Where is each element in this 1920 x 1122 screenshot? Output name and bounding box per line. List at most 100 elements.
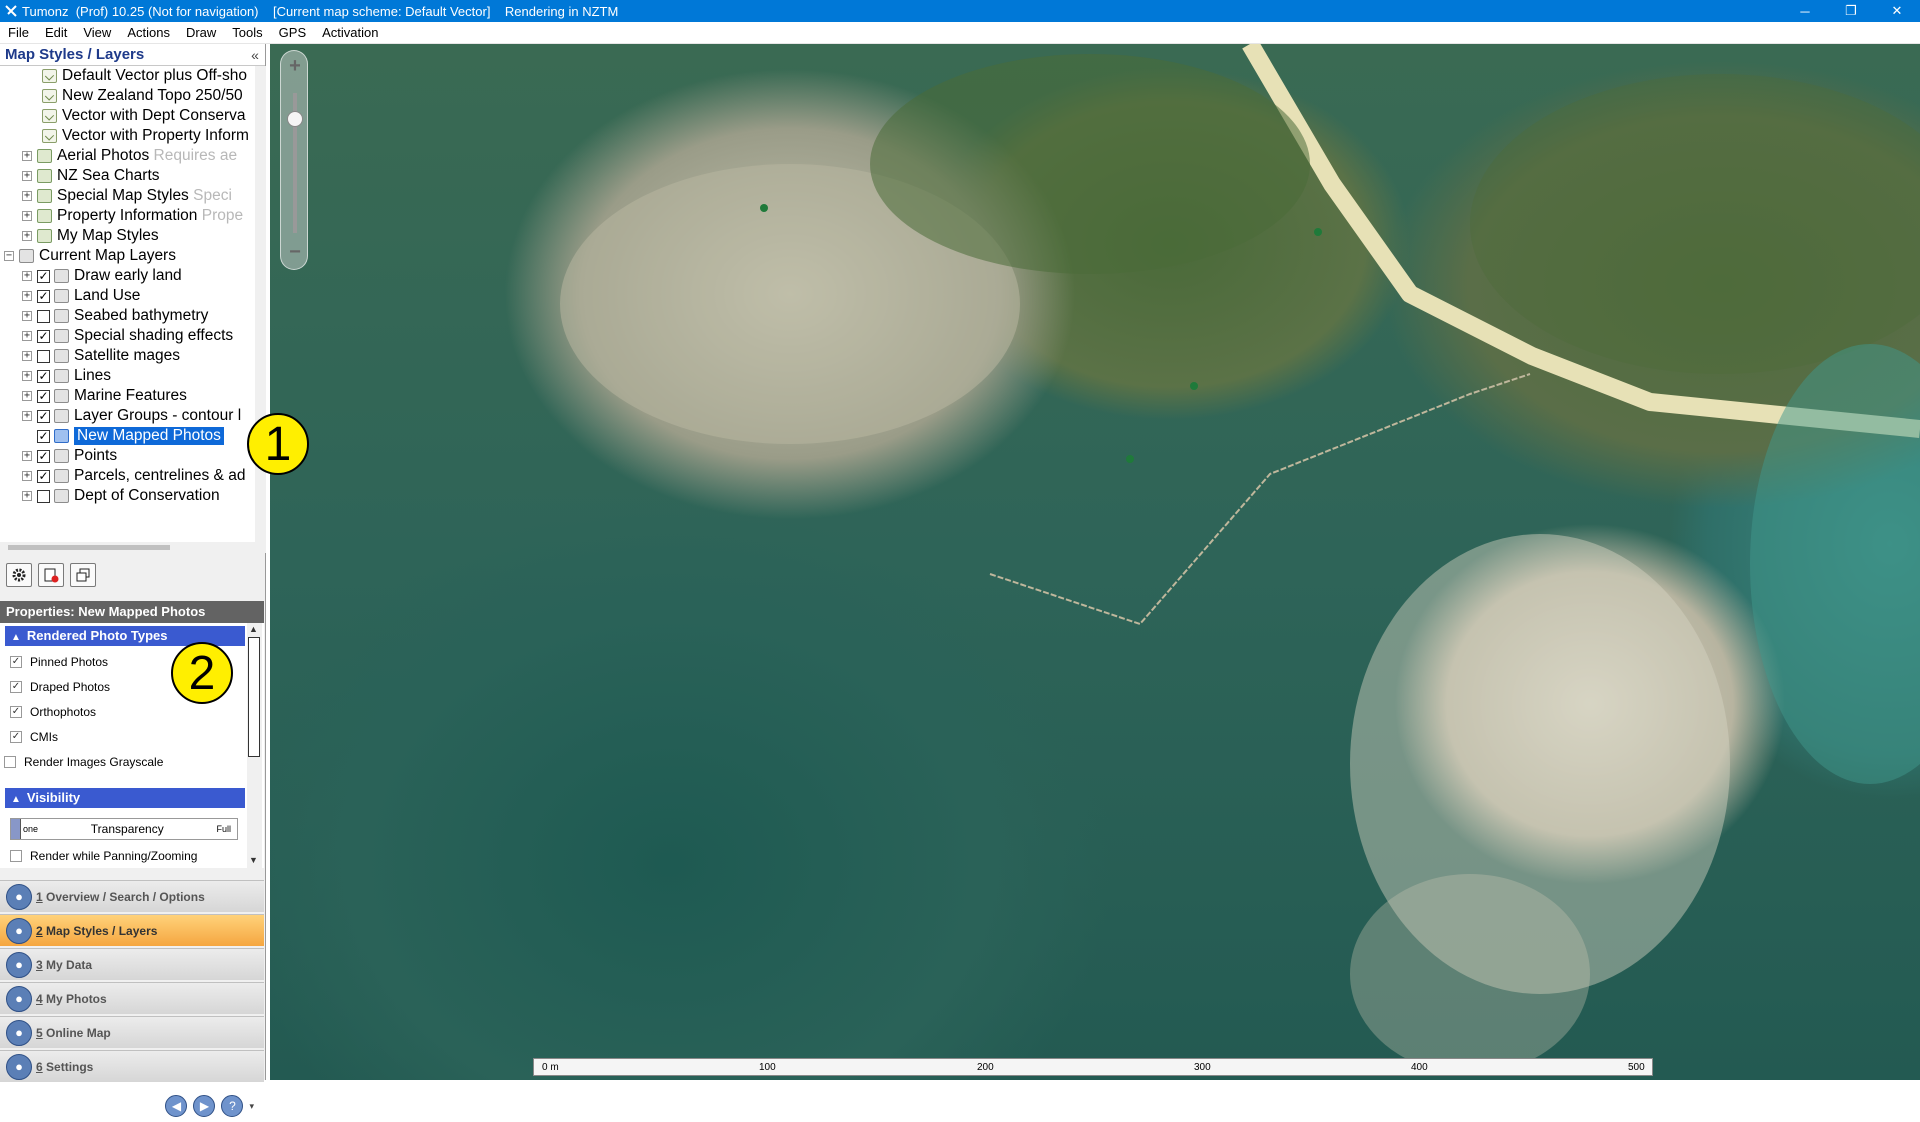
zoom-out-button[interactable]: − xyxy=(281,241,309,264)
layer-row[interactable]: + ✓ Marine Features xyxy=(22,386,187,406)
checkbox[interactable]: ✓ xyxy=(10,656,22,668)
nav-item-4[interactable]: ● 4 My Photos xyxy=(0,982,264,1014)
tree-item-style[interactable]: New Zealand Topo 250/50 xyxy=(42,86,243,106)
scroll-down-icon[interactable]: ▼ xyxy=(249,855,258,865)
menu-file[interactable]: File xyxy=(0,22,37,44)
layer-checkbox[interactable]: ✓ xyxy=(37,289,50,303)
help-icon[interactable]: ? xyxy=(221,1095,244,1117)
layer-checkbox[interactable] xyxy=(37,349,50,363)
layer-checkbox[interactable]: ✓ xyxy=(37,389,50,403)
tree-item-style[interactable]: Vector with Dept Conserva xyxy=(42,106,246,126)
properties-scrollbar[interactable]: ▲ ▼ xyxy=(247,623,262,868)
layer-row[interactable]: + ✓ Parcels, centrelines & ad xyxy=(22,466,245,486)
menu-draw[interactable]: Draw xyxy=(178,22,224,44)
restore-layers-button[interactable] xyxy=(70,563,96,587)
expand-icon[interactable]: + xyxy=(22,231,32,241)
tree-group-aerial-photos[interactable]: + Aerial Photos Requires ae xyxy=(22,146,237,166)
tree-vertical-scrollbar[interactable] xyxy=(255,66,266,553)
zoom-control[interactable]: + − xyxy=(280,50,308,270)
nav-item-5[interactable]: ● 5 Online Map xyxy=(0,1016,264,1048)
draped-photos-option[interactable]: ✓ Draped Photos xyxy=(10,678,110,696)
expand-icon[interactable]: + xyxy=(22,491,32,501)
expand-icon[interactable]: + xyxy=(22,331,32,341)
expand-icon[interactable]: + xyxy=(22,271,32,281)
pinned-photos-option[interactable]: ✓ Pinned Photos xyxy=(10,653,108,671)
tree-group-property-information[interactable]: + Property Information Prope xyxy=(22,206,243,226)
menu-gps[interactable]: GPS xyxy=(271,22,314,44)
layer-checkbox[interactable]: ✓ xyxy=(37,409,50,423)
menu-actions[interactable]: Actions xyxy=(119,22,178,44)
dropdown-icon[interactable]: ▾ xyxy=(249,1101,254,1112)
layer-row[interactable]: + ✓ Special shading effects xyxy=(22,326,233,346)
layer-row[interactable]: + ✓ Points xyxy=(22,446,117,466)
expand-icon[interactable]: + xyxy=(22,351,32,361)
layer-checkbox[interactable]: ✓ xyxy=(37,429,50,443)
layer-checkbox[interactable] xyxy=(37,489,50,503)
menu-tools[interactable]: Tools xyxy=(224,22,270,44)
render-grayscale-option[interactable]: Render Images Grayscale xyxy=(4,753,163,771)
expand-icon[interactable]: + xyxy=(22,171,32,181)
restore-button[interactable]: ❐ xyxy=(1828,0,1874,22)
tree-group-current-map-layers[interactable]: − Current Map Layers xyxy=(4,246,176,266)
layer-checkbox[interactable]: ✓ xyxy=(37,269,50,283)
layer-checkbox[interactable]: ✓ xyxy=(37,469,50,483)
layer-settings-button[interactable] xyxy=(6,563,32,587)
layer-row[interactable]: + Seabed bathymetry xyxy=(22,306,208,326)
nav-item-2[interactable]: ● 2 Map Styles / Layers xyxy=(0,914,264,946)
scroll-thumb[interactable] xyxy=(8,545,170,550)
scroll-thumb[interactable] xyxy=(248,637,260,757)
transparency-slider[interactable]: one Transparency Full xyxy=(10,818,238,840)
tree-group-sea-charts[interactable]: + NZ Sea Charts xyxy=(22,166,160,186)
orthophotos-option[interactable]: ✓ Orthophotos xyxy=(10,703,96,721)
checkbox[interactable]: ✓ xyxy=(10,681,22,693)
expand-icon[interactable]: + xyxy=(22,291,32,301)
checkbox[interactable] xyxy=(4,756,16,768)
tree-item-style[interactable]: Vector with Property Inform xyxy=(42,126,249,146)
layer-row[interactable]: + Dept of Conservation xyxy=(22,486,220,506)
layer-checkbox[interactable] xyxy=(37,309,50,323)
tree-group-my-map-styles[interactable]: + My Map Styles xyxy=(22,226,159,246)
map-view[interactable]: + − 0 m 100 200 300 400 500 xyxy=(270,44,1920,1080)
remove-layer-button[interactable] xyxy=(38,563,64,587)
expand-icon[interactable]: + xyxy=(22,451,32,461)
close-button[interactable]: ✕ xyxy=(1874,0,1920,22)
collapse-icon[interactable]: − xyxy=(4,251,14,261)
expand-icon[interactable]: + xyxy=(22,151,32,161)
expand-icon[interactable]: + xyxy=(22,471,32,481)
expand-icon[interactable]: + xyxy=(22,191,32,201)
checkbox[interactable]: ✓ xyxy=(10,731,22,743)
expand-icon[interactable]: + xyxy=(22,391,32,401)
zoom-in-button[interactable]: + xyxy=(281,55,309,78)
nav-item-3[interactable]: ● 3 My Data xyxy=(0,948,264,980)
tree-item-style[interactable]: Default Vector plus Off-sho xyxy=(42,66,247,86)
menu-activation[interactable]: Activation xyxy=(314,22,386,44)
expand-icon[interactable]: + xyxy=(22,371,32,381)
layer-row[interactable]: + ✓ Layer Groups - contour l xyxy=(22,406,241,426)
group-visibility[interactable]: ▲ Visibility xyxy=(5,788,245,808)
menu-edit[interactable]: Edit xyxy=(37,22,75,44)
layer-row[interactable]: + ✓ Land Use xyxy=(22,286,140,306)
collapse-panel-button[interactable]: « xyxy=(245,47,265,63)
minimize-button[interactable]: ─ xyxy=(1782,0,1828,22)
layer-checkbox[interactable]: ✓ xyxy=(37,329,50,343)
layer-row[interactable]: + Satellite mages xyxy=(22,346,180,366)
tree-group-special-map-styles[interactable]: + Special Map Styles Speci xyxy=(22,186,232,206)
expand-icon[interactable]: + xyxy=(22,311,32,321)
nav-item-1[interactable]: ● 1 Overview / Search / Options xyxy=(0,880,264,912)
expand-icon[interactable]: + xyxy=(22,211,32,221)
layer-row[interactable]: + ✓ Lines xyxy=(22,366,111,386)
slider-thumb[interactable] xyxy=(11,819,21,839)
checkbox[interactable] xyxy=(10,850,22,862)
layer-row-selected[interactable]: ✓ New Mapped Photos xyxy=(37,426,225,446)
tree-horizontal-scrollbar[interactable] xyxy=(0,542,255,553)
layer-checkbox[interactable]: ✓ xyxy=(37,449,50,463)
layer-row[interactable]: + ✓ Draw early land xyxy=(22,266,182,286)
expand-icon[interactable]: + xyxy=(22,411,32,421)
zoom-thumb[interactable] xyxy=(287,111,303,127)
render-while-panning-option[interactable]: Render while Panning/Zooming xyxy=(10,847,197,865)
layer-checkbox[interactable]: ✓ xyxy=(37,369,50,383)
menu-view[interactable]: View xyxy=(75,22,119,44)
forward-icon[interactable]: ▶ xyxy=(193,1095,216,1117)
scroll-up-icon[interactable]: ▲ xyxy=(249,624,258,634)
back-icon[interactable]: ◀ xyxy=(165,1095,188,1117)
